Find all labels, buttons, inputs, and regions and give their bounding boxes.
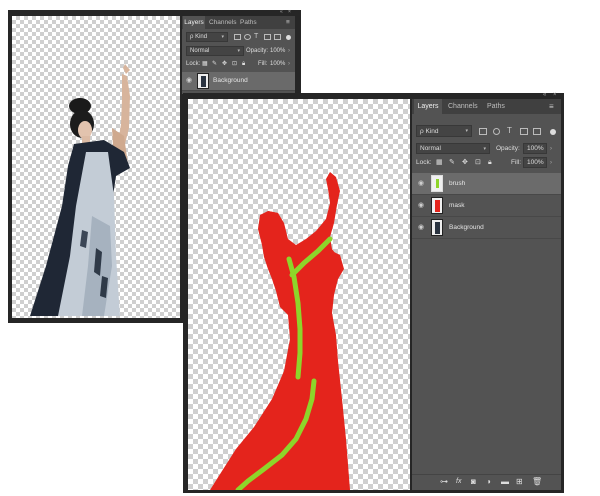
front-filter-shape-icon[interactable] (520, 128, 528, 135)
front-opacity-label: Opacity: (496, 145, 520, 152)
front-kind-filter-label: ρ Kind (420, 128, 439, 135)
front-visibility-eye-icon[interactable]: ◉ (418, 223, 424, 231)
front-filter-adjust-icon[interactable] (493, 128, 500, 135)
front-lock-all-icon[interactable]: 🔒︎ (488, 158, 492, 168)
adjustment-icon[interactable]: ◑ (486, 477, 491, 487)
front-tab-paths[interactable]: Paths (487, 99, 505, 114)
front-lock-label: Lock: (416, 159, 432, 166)
chevron-down-icon: ▾ (221, 34, 224, 40)
back-filter-type-icon[interactable]: T (254, 33, 261, 40)
front-layer-row-background[interactable]: ◉ Background (412, 217, 561, 239)
back-lock-move-icon[interactable]: ✥ (222, 59, 227, 69)
back-canvas[interactable] (12, 16, 180, 318)
back-layer-thumbnail (197, 73, 209, 89)
back-lock-paint-icon[interactable]: ✎ (212, 59, 217, 69)
back-panel-tab-bar: Layers Channels Paths ≡ (182, 16, 295, 29)
group-icon[interactable]: ▬ (501, 477, 509, 487)
back-visibility-eye-icon[interactable]: ◉ (186, 76, 192, 84)
front-layer-row-mask[interactable]: ◉ mask (412, 195, 561, 217)
back-layer-name-background: Background (213, 77, 248, 84)
back-opacity-label: Opacity: (246, 48, 269, 54)
back-lock-artboard-icon[interactable]: ⊡ (232, 59, 237, 69)
front-layer-name-background: Background (449, 224, 484, 231)
back-filter-shape-icon[interactable] (264, 34, 271, 40)
back-lock-transparent-icon[interactable]: ▦ (202, 59, 208, 69)
front-blend-mode-value: Normal (420, 145, 441, 152)
back-fill-chevron-icon[interactable]: › (288, 59, 290, 69)
back-fill-label: Fill: (258, 61, 268, 67)
back-layers-panel: Layers Channels Paths ≡ « × ρ Kind ▾ T N… (182, 9, 295, 94)
link-icon[interactable]: ⊶ (440, 477, 448, 487)
fx-icon[interactable]: fx (456, 477, 461, 487)
front-panel-tab-bar: Layers Channels Paths ≡ (412, 99, 561, 114)
back-layer-row-background[interactable]: ◉ Background (182, 72, 295, 91)
chevron-down-icon: ▾ (465, 128, 468, 134)
front-lock-move-icon[interactable]: ✥ (462, 158, 468, 168)
woman-cutout-photo (30, 64, 130, 316)
back-filter-toggle-icon[interactable] (286, 35, 291, 40)
front-layer-name-brush: brush (449, 180, 466, 187)
front-layer-thumbnail-background (431, 219, 443, 236)
front-opacity-chevron-icon[interactable]: › (550, 144, 552, 154)
front-blend-mode-select[interactable]: Normal ▾ (416, 143, 490, 154)
front-layers-panel: Layers Channels Paths ≡ « × ρ Kind ▾ T N… (412, 92, 561, 490)
back-fill-field[interactable]: 100% (270, 59, 285, 69)
front-layer-thumbnail-mask (431, 197, 443, 214)
back-filter-pixel-icon[interactable] (234, 34, 241, 40)
front-filter-pixel-icon[interactable] (479, 128, 487, 135)
front-filter-smart-icon[interactable] (533, 128, 541, 135)
back-lock-label: Lock: (186, 61, 201, 67)
front-tab-layers[interactable]: Layers (414, 99, 442, 114)
front-fill-field[interactable]: 100% (523, 157, 547, 168)
chevron-down-icon: ▾ (237, 48, 240, 54)
front-opacity-field[interactable]: 100% (523, 143, 547, 154)
back-close-icon[interactable]: × (288, 9, 291, 15)
back-blend-mode-select[interactable]: Normal ▾ (186, 46, 244, 56)
back-tab-paths[interactable]: Paths (240, 16, 257, 29)
back-tab-layers[interactable]: Layers (183, 16, 205, 29)
back-filter-adjust-icon[interactable] (244, 34, 251, 40)
back-collapse-icon[interactable]: « (280, 9, 283, 15)
front-layer-name-mask: mask (449, 202, 465, 209)
back-tab-channels[interactable]: Channels (209, 16, 236, 29)
front-layer-row-brush[interactable]: ◉ brush (412, 173, 561, 195)
back-kind-filter-label: ρ Kind (190, 34, 208, 40)
front-lock-artboard-icon[interactable]: ⊡ (475, 158, 481, 168)
back-lock-all-icon[interactable]: 🔒︎ (242, 59, 245, 69)
back-opacity-field[interactable]: 100% (270, 46, 285, 56)
front-panel-footer: ⊶ fx ◙ ◑ ▬ ⊞ 🗑︎ (412, 474, 561, 490)
chevron-down-icon: ▾ (483, 146, 486, 152)
layer-mask-icon[interactable]: ◙ (471, 477, 476, 487)
front-filter-type-icon[interactable]: T (507, 127, 514, 135)
front-filter-toggle-icon[interactable] (550, 129, 556, 135)
front-collapse-icon[interactable]: « (543, 92, 546, 98)
front-lock-paint-icon[interactable]: ✎ (449, 158, 455, 168)
front-fill-label: Fill: (511, 159, 522, 166)
front-fill-chevron-icon[interactable]: › (550, 158, 552, 168)
back-panel-menu-icon[interactable]: ≡ (286, 16, 290, 29)
new-layer-icon[interactable]: ⊞ (516, 477, 523, 487)
front-tab-channels[interactable]: Channels (448, 99, 478, 114)
back-opacity-chevron-icon[interactable]: › (288, 46, 290, 56)
front-layer-thumbnail-brush (431, 175, 443, 192)
front-close-icon[interactable]: × (553, 92, 557, 98)
back-kind-filter[interactable]: ρ Kind ▾ (186, 32, 228, 42)
front-panel-menu-icon[interactable]: ≡ (549, 99, 554, 114)
mask-and-brush-overlay (210, 172, 350, 490)
front-visibility-eye-icon[interactable]: ◉ (418, 179, 424, 187)
back-filter-smart-icon[interactable] (274, 34, 281, 40)
front-lock-transparent-icon[interactable]: ▦ (436, 158, 443, 168)
front-canvas[interactable] (188, 99, 410, 490)
front-visibility-eye-icon[interactable]: ◉ (418, 201, 424, 209)
back-blend-mode-value: Normal (190, 48, 210, 54)
trash-icon[interactable]: 🗑︎ (532, 477, 542, 487)
front-kind-filter[interactable]: ρ Kind ▾ (416, 125, 472, 137)
